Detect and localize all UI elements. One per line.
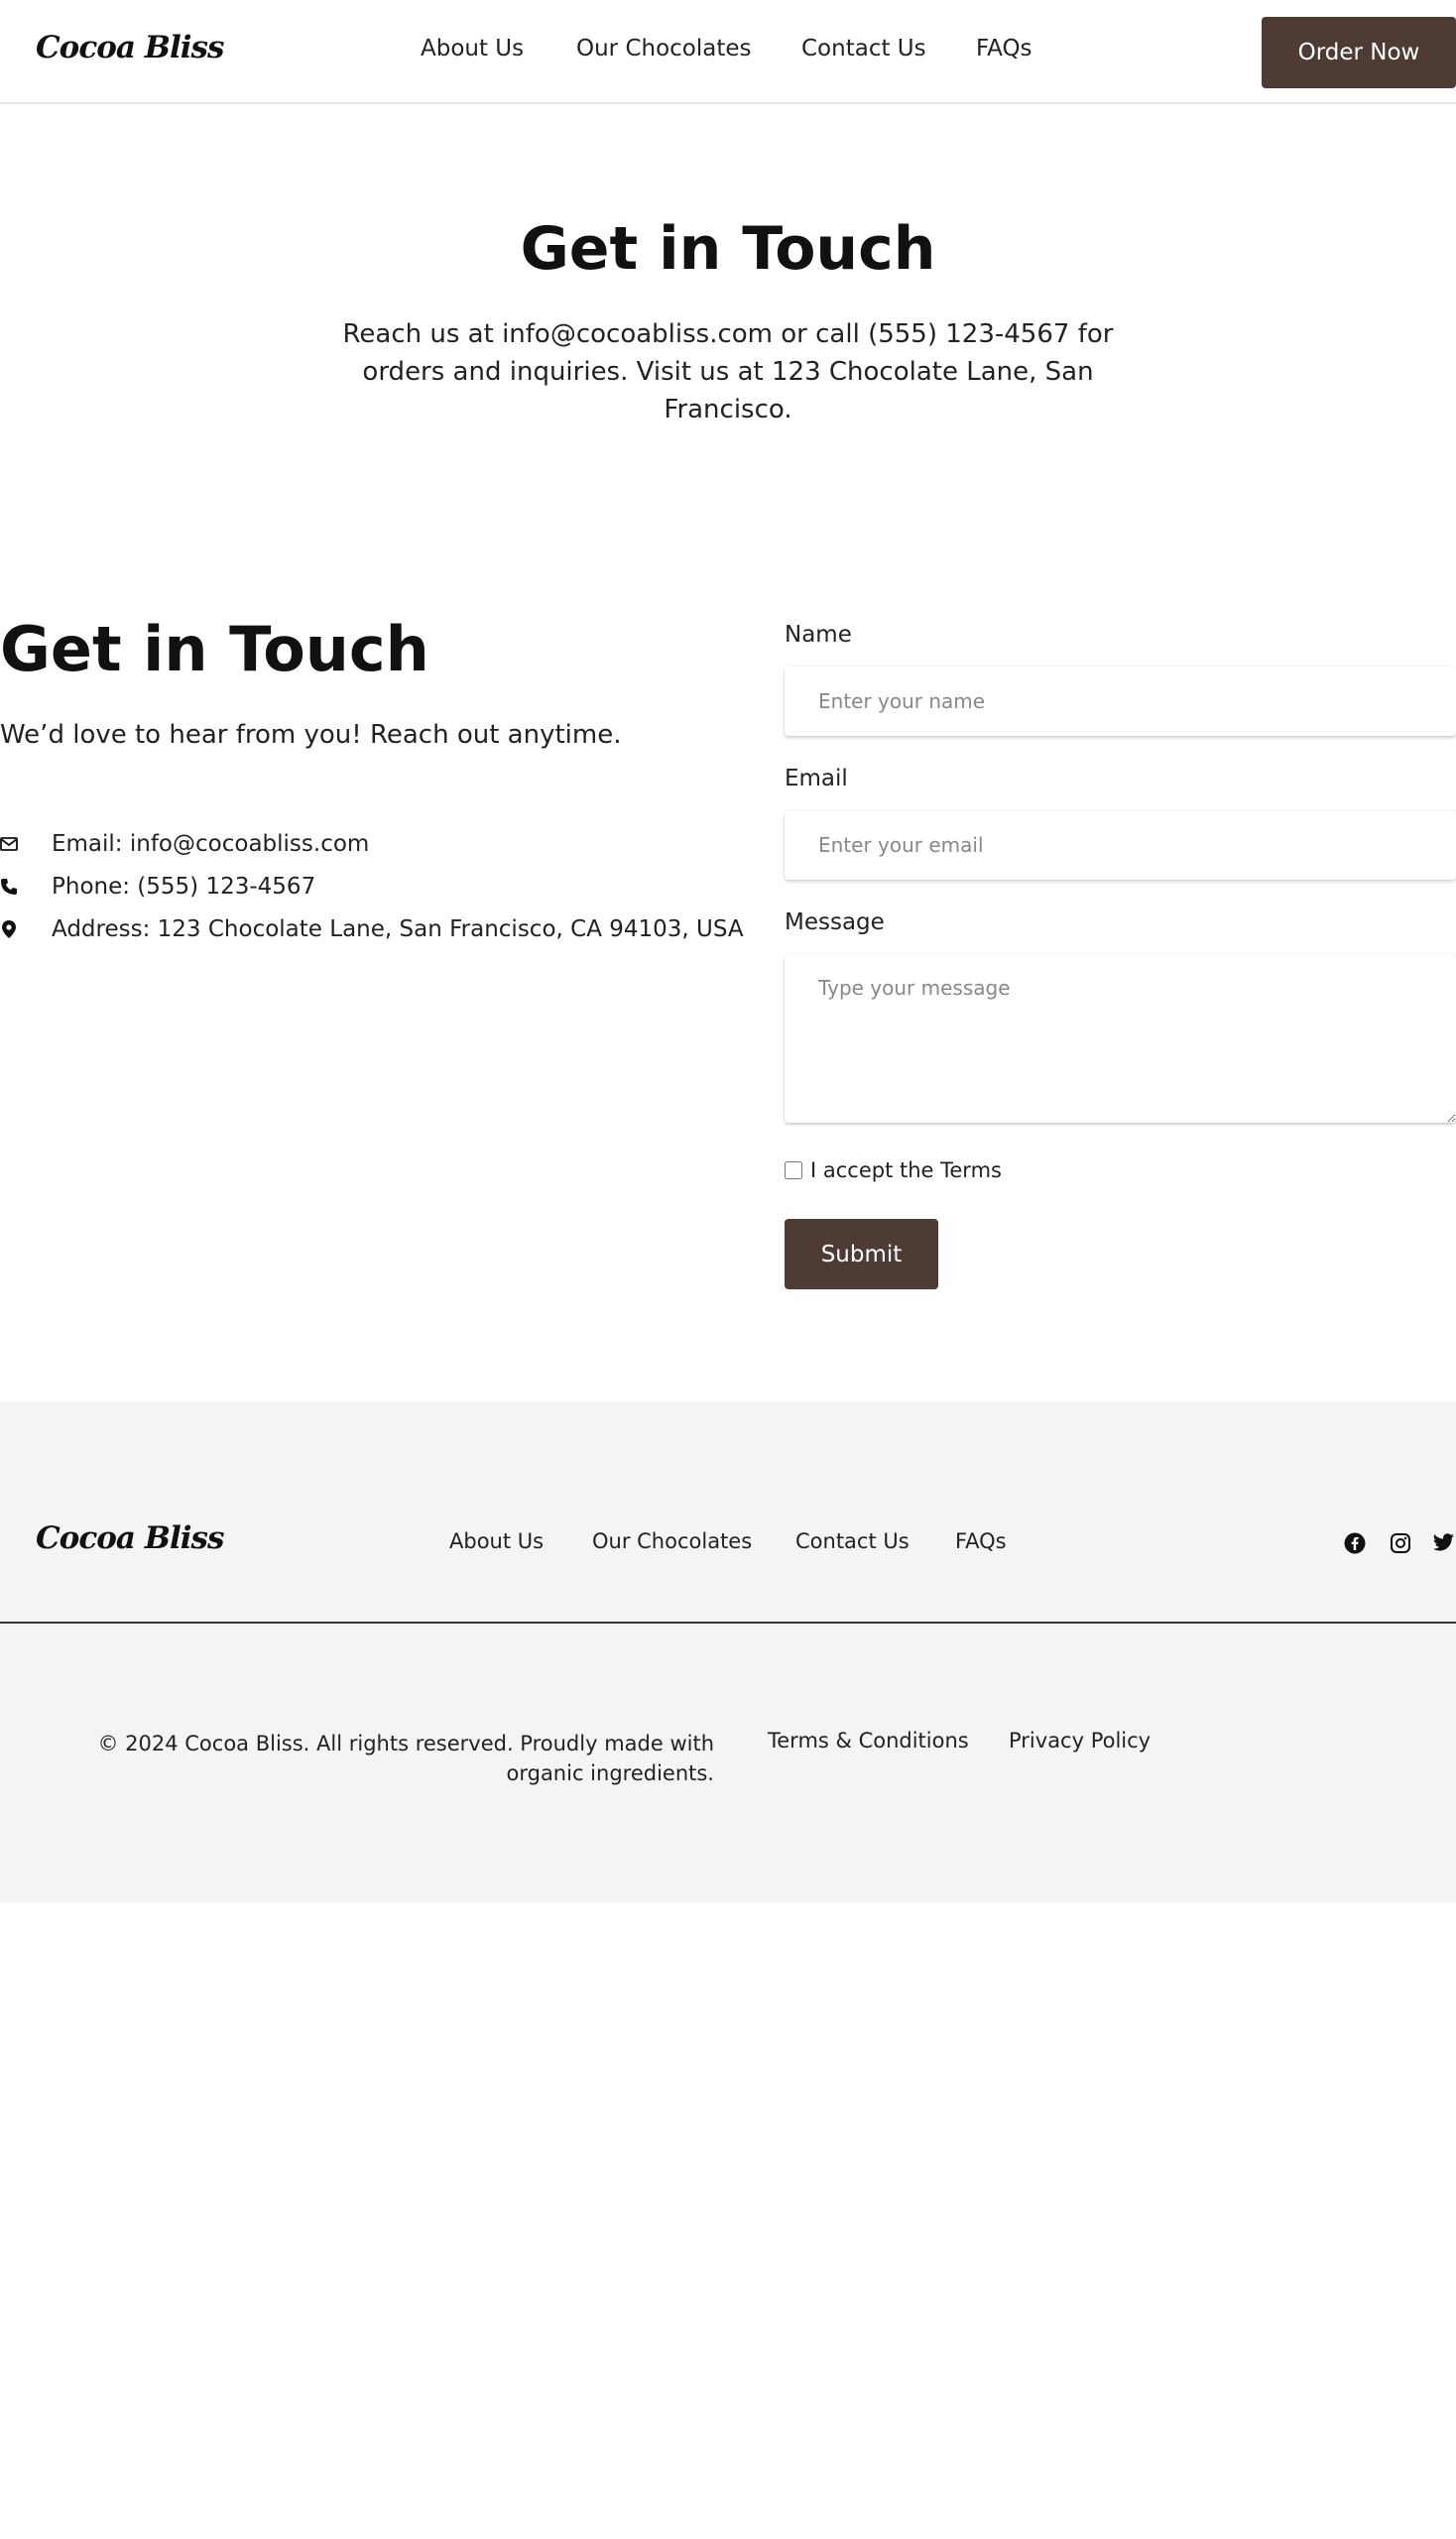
hero-text: Reach us at info@cocoabliss.com or call … bbox=[342, 319, 1114, 424]
name-label: Name bbox=[785, 622, 852, 648]
copyright-text: © 2024 Cocoa Bliss. All rights reserved.… bbox=[97, 1732, 714, 1785]
terms-row[interactable]: I accept the Terms bbox=[785, 1158, 1002, 1182]
phone-icon bbox=[0, 878, 18, 896]
footer-nav-contact-us[interactable]: Contact Us bbox=[795, 1529, 910, 1553]
nav-contact-us[interactable]: Contact Us bbox=[801, 36, 926, 61]
contact-email-text: Email: info@cocoabliss.com bbox=[52, 831, 370, 857]
terms-conditions-link[interactable]: Terms & Conditions bbox=[768, 1729, 969, 1753]
contact-title: Get in Touch bbox=[0, 613, 429, 685]
name-input[interactable] bbox=[785, 666, 1456, 736]
contact-email-row: Email: info@cocoabliss.com bbox=[0, 829, 369, 859]
footer-divider bbox=[0, 1622, 1456, 1624]
email-label: Email bbox=[785, 766, 848, 791]
contact-subtitle: We’d love to hear from you! Reach out an… bbox=[0, 720, 622, 750]
nav-faqs[interactable]: FAQs bbox=[976, 36, 1032, 61]
footer-nav-faqs[interactable]: FAQs bbox=[955, 1529, 1007, 1553]
contact-phone-text: Phone: (555) 123-4567 bbox=[52, 874, 316, 900]
order-now-button[interactable]: Order Now bbox=[1262, 17, 1456, 88]
contact-address-text: Address: 123 Chocolate Lane, San Francis… bbox=[52, 916, 744, 942]
instagram-icon[interactable] bbox=[1388, 1530, 1413, 1556]
nav-about-us[interactable]: About Us bbox=[421, 36, 524, 61]
site-header: Cocoa Bliss About Us Our Chocolates Cont… bbox=[0, 0, 1456, 104]
nav-our-chocolates[interactable]: Our Chocolates bbox=[576, 36, 752, 61]
footer-logo[interactable]: Cocoa Bliss bbox=[36, 1520, 224, 1556]
facebook-icon[interactable] bbox=[1342, 1530, 1368, 1556]
footer-nav-our-chocolates[interactable]: Our Chocolates bbox=[592, 1529, 752, 1553]
site-footer: Cocoa Bliss About Us Our Chocolates Cont… bbox=[0, 1401, 1456, 1902]
logo[interactable]: Cocoa Bliss bbox=[36, 30, 224, 65]
message-label: Message bbox=[785, 909, 885, 935]
message-textarea[interactable] bbox=[785, 954, 1456, 1123]
contact-phone-row: Phone: (555) 123-4567 bbox=[0, 872, 315, 902]
terms-checkbox[interactable] bbox=[785, 1161, 802, 1179]
twitter-icon[interactable] bbox=[1430, 1530, 1456, 1556]
email-input[interactable] bbox=[785, 810, 1456, 880]
footer-nav-about-us[interactable]: About Us bbox=[449, 1529, 544, 1553]
terms-label: I accept the Terms bbox=[810, 1158, 1002, 1182]
map-pin-icon bbox=[0, 920, 18, 938]
submit-button[interactable]: Submit bbox=[785, 1219, 938, 1289]
envelope-icon bbox=[0, 835, 18, 853]
privacy-policy-link[interactable]: Privacy Policy bbox=[1009, 1729, 1151, 1753]
contact-address-row: Address: 123 Chocolate Lane, San Francis… bbox=[0, 914, 744, 944]
hero-title: Get in Touch bbox=[520, 214, 936, 284]
